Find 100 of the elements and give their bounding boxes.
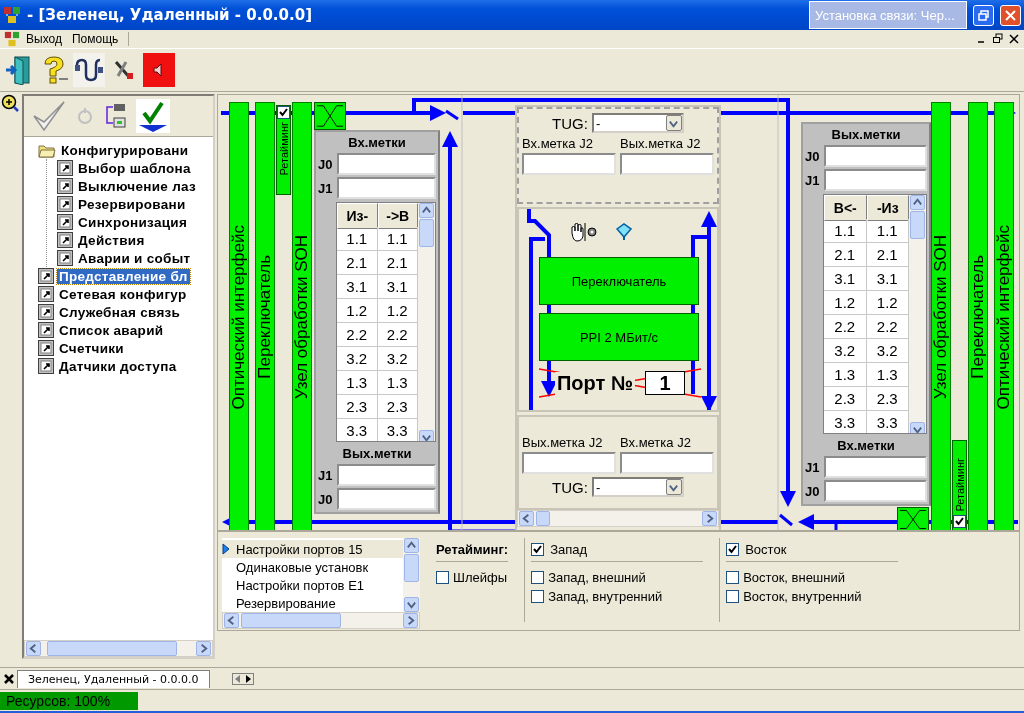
input-field[interactable] [824,456,927,478]
checkbox[interactable] [726,543,740,556]
scroll-thumb[interactable] [536,511,550,526]
input-field[interactable] [337,464,436,486]
input-field[interactable] [824,169,927,191]
crossover-block[interactable] [897,507,929,530]
tug-dropdown[interactable]: - [591,113,684,133]
tree-item[interactable]: Конфигурировани [59,142,191,158]
input-field[interactable] [337,488,436,510]
tree-item[interactable]: Датчики доступа [57,358,179,374]
column-header[interactable]: Из- [337,203,378,229]
horizontal-scrollbar[interactable] [222,612,420,629]
crossover-block[interactable] [314,102,346,130]
close-icon[interactable] [3,672,15,685]
input-field[interactable] [522,153,616,175]
column-header[interactable]: -Из [866,195,909,221]
menu-item[interactable]: Помощь [67,32,123,46]
horizontal-scrollbar[interactable] [24,640,213,657]
checkbox[interactable] [531,589,545,603]
scroll-thumb[interactable] [47,641,177,656]
tree-item[interactable]: Выключение лаз [76,178,198,194]
retiming-toggle[interactable]: Ретайминг [276,105,291,195]
input-field[interactable] [522,452,616,474]
checkbox-label: Восток, внешний [743,569,845,585]
checkbox[interactable] [726,589,740,603]
vertical-scrollbar[interactable] [418,203,435,441]
tree-item[interactable]: Аварии и событ [76,250,193,266]
scroll-thumb[interactable] [910,211,925,239]
vertical-scrollbar[interactable] [403,538,420,612]
shortcut-icon [57,232,73,248]
input-field[interactable] [620,452,714,474]
checkbox[interactable] [277,106,290,119]
checkbox[interactable] [531,543,545,556]
tree-item[interactable]: Резервировани [76,196,188,212]
restore-button[interactable] [973,4,994,26]
module-bar[interactable]: Оптический интерфейс [994,102,1014,530]
retiming-toggle[interactable]: Ретайминг [952,440,967,530]
vertical-scrollbar[interactable] [909,195,926,433]
scroll-thumb[interactable] [404,554,419,582]
zoom-in-icon[interactable] [1,94,19,112]
function-block[interactable]: Переключатель [539,257,699,305]
tree-item[interactable]: Список аварий [57,322,166,338]
tab-scroll-icon[interactable] [231,672,254,685]
module-bar[interactable]: Узел обработки SOH [292,102,312,530]
horizontal-scrollbar[interactable] [517,510,719,527]
input-field[interactable] [824,480,927,502]
input-field[interactable] [337,153,436,175]
app-icon [4,31,20,47]
module-bar[interactable]: Оптический интерфейс [229,102,249,530]
port-label: Порт № [554,371,636,395]
column-header[interactable]: ->В [377,203,418,229]
panel-title: Вх.метки [836,437,896,455]
tug-label: TUG: [552,114,588,132]
shortcut-icon [38,304,54,320]
table-cell: 2.1 [824,243,867,267]
tug-dropdown[interactable]: - [591,477,684,497]
shortcut-icon [38,340,54,356]
module-bar[interactable]: Узел обработки SOH [931,102,951,530]
checkbox[interactable] [531,570,545,584]
tree-item[interactable]: Представление бл [57,268,190,284]
retiming-title: Ретайминг: [436,542,509,557]
module-label: Узел обработки SOH [292,234,312,400]
tree-item[interactable]: Синхронизация [76,214,190,230]
list-item[interactable]: Настройки портов 15 [222,540,403,558]
hand-gear-icon[interactable] [569,221,599,243]
checkbox[interactable] [436,570,449,584]
retiming-label: Ретайминг [277,122,290,176]
apply-icon[interactable] [136,99,170,133]
module-bar[interactable]: Переключатель [968,102,988,530]
restore-icon[interactable] [992,33,1004,45]
tree-item[interactable]: Действия [76,232,147,248]
table-cell: 3.2 [337,347,378,371]
tree-item[interactable]: Сетевая конфигур [57,286,189,302]
table-cell: 3.1 [337,275,378,299]
document-tab[interactable]: Зеленец, Удаленный - 0.0.0.0 [17,669,210,688]
menu-item[interactable]: Выход [22,32,66,46]
field-label: J0 [318,156,334,172]
module-label: Переключатель [968,255,988,379]
checkbox[interactable] [726,570,740,584]
input-field[interactable] [337,177,436,199]
input-field[interactable] [824,145,927,167]
close-button[interactable] [1000,4,1021,26]
table-cell: 2.2 [824,315,867,339]
close-icon[interactable] [1008,33,1020,45]
scroll-thumb[interactable] [241,613,341,628]
tree-item[interactable]: Выбор шаблона [76,160,193,176]
tree-item[interactable]: Служебная связь [57,304,183,320]
checkbox[interactable] [953,515,966,528]
function-block[interactable]: PPI 2 МБит/с [539,313,699,361]
column-header[interactable]: В<- [824,195,867,221]
tree-item[interactable]: Счетчики [57,340,126,356]
table-cell: 2.2 [337,323,378,347]
module-bar[interactable]: Переключатель [255,102,275,530]
resources-indicator: Ресурсов: 100% [0,691,138,710]
transfer-icon[interactable] [104,103,126,129]
diamond-icon[interactable] [615,223,633,241]
input-field[interactable] [620,153,714,175]
scroll-thumb[interactable] [419,219,434,247]
shortcut-icon [57,214,73,230]
checkmark-icon[interactable] [32,100,66,132]
